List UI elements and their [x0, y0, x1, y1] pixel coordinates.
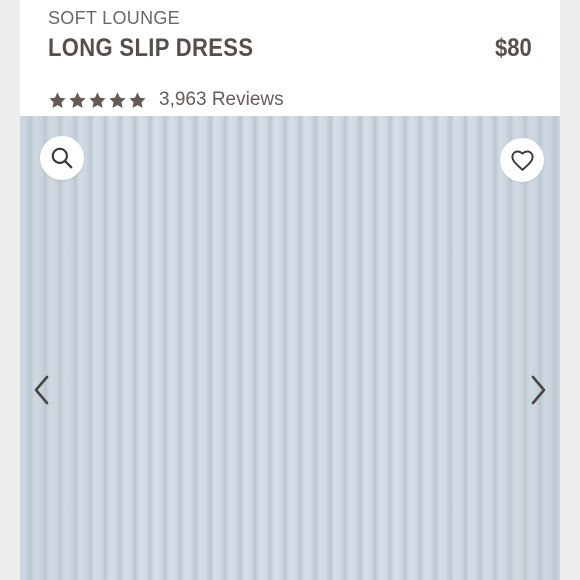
product-price: $80	[495, 34, 532, 62]
review-count[interactable]: 3,963 Reviews	[159, 89, 284, 111]
star-icon	[89, 91, 106, 108]
next-image-button[interactable]	[524, 372, 552, 408]
star-rating	[48, 91, 147, 110]
brand-name[interactable]: SOFT LOUNGE	[48, 8, 180, 29]
product-image[interactable]	[20, 116, 560, 580]
search-icon	[51, 147, 73, 169]
star-icon	[69, 91, 86, 108]
product-title: LONG SLIP DRESS	[48, 34, 254, 62]
star-icon	[109, 91, 126, 108]
zoom-button[interactable]	[40, 136, 84, 180]
favorite-button[interactable]	[500, 138, 544, 182]
chevron-right-icon	[531, 375, 546, 405]
star-icon	[129, 91, 146, 108]
rating-row[interactable]: 3,963 Reviews	[48, 87, 284, 113]
heart-icon	[510, 150, 534, 171]
chevron-left-icon	[34, 375, 49, 405]
star-icon	[49, 91, 66, 108]
previous-image-button[interactable]	[28, 372, 56, 408]
